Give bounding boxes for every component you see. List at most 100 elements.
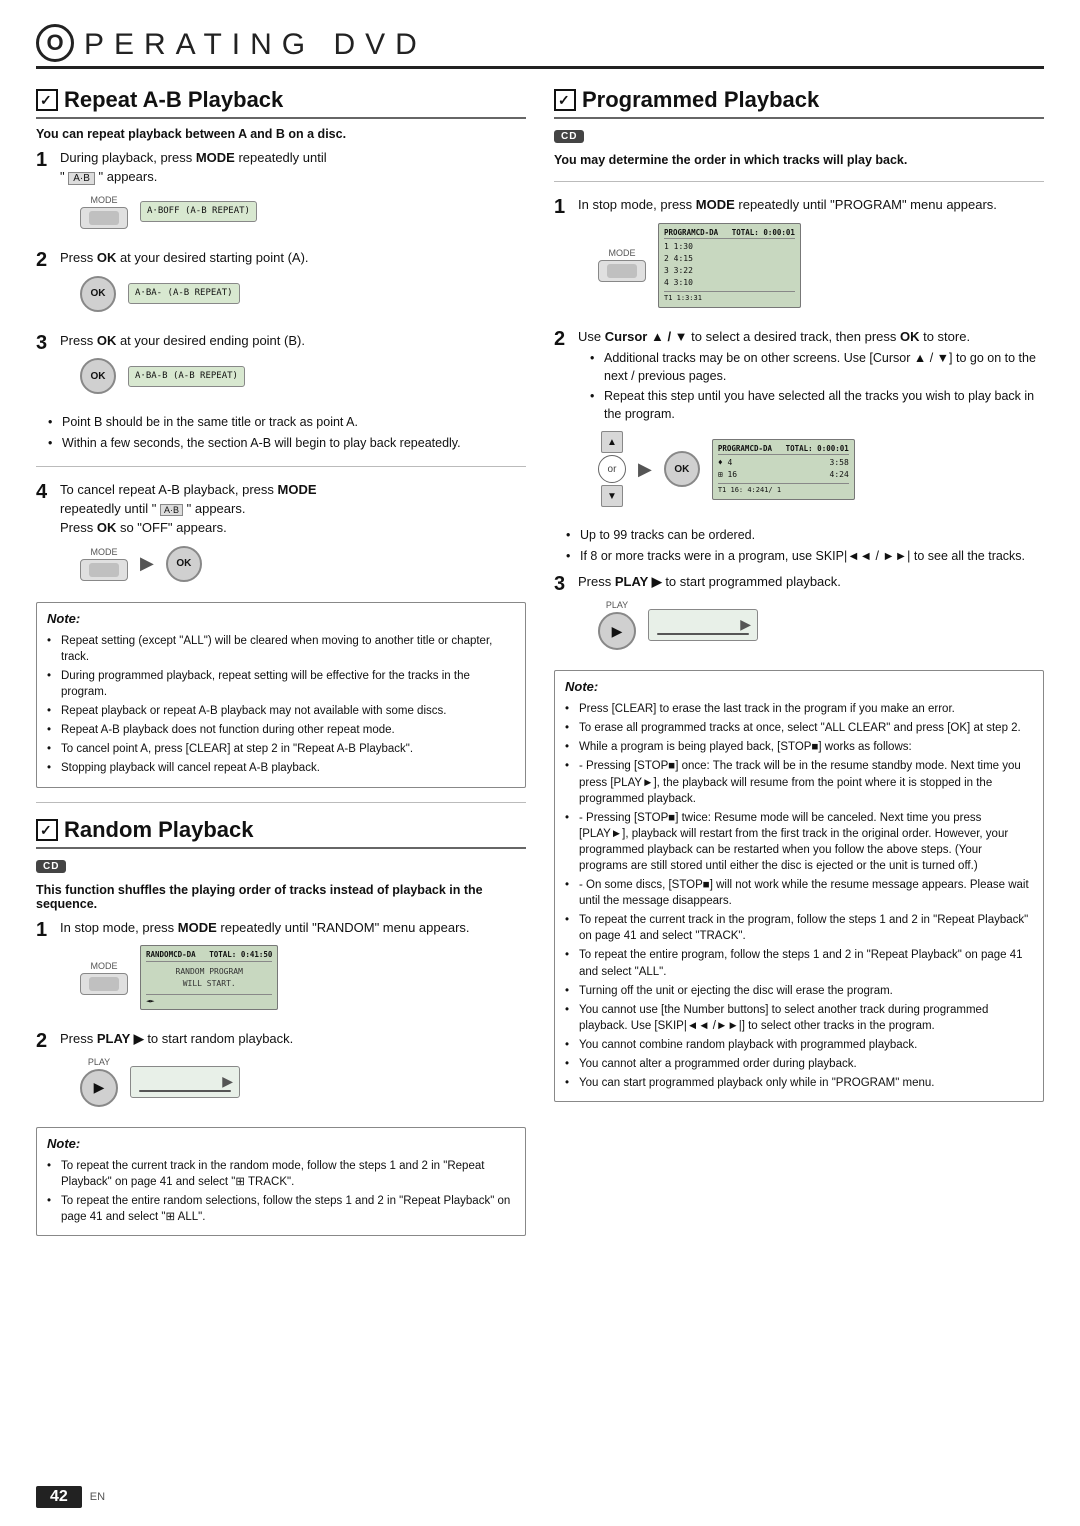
programmed-playback-title: Programmed Playback (582, 87, 819, 113)
prog-note-0: Press [CLEAR] to erase the last track in… (565, 701, 1033, 717)
prog-play-display: ▶ (648, 609, 758, 641)
prog-note-2: While a program is being played back, [S… (565, 739, 1033, 755)
random-step-num-1: 1 (36, 919, 54, 941)
prog-step-num-1: 1 (554, 196, 572, 218)
random-mode-btn (80, 973, 128, 995)
random-step-2-content: Press PLAY ▶ to start random playback. P… (60, 1030, 526, 1117)
random-step-2-device-row: PLAY ▶ ▶ (80, 1057, 526, 1107)
note-item-random-2: To repeat the entire random selections, … (47, 1193, 515, 1225)
random-step-num-2: 2 (36, 1030, 54, 1052)
prog-note-3: - Pressing [STOP■] once: The track will … (565, 758, 1033, 806)
note-item: Repeat playback or repeat A-B playback m… (47, 703, 515, 719)
random-display-body: RANDOM PROGRAMWILL START. (146, 964, 272, 992)
left-column: Repeat A-B Playback You can repeat playb… (36, 87, 526, 1244)
step-2-device-row: OK A·BA- (A-B REPEAT) (80, 276, 526, 312)
step-4-mode-col: MODE (80, 547, 128, 581)
step-num-2: 2 (36, 249, 54, 271)
random-play-col: PLAY ▶ (80, 1057, 118, 1107)
prog-mode-col: MODE (598, 248, 646, 282)
step-4-text: To cancel repeat A-B playback, press MOD… (60, 481, 526, 538)
note-title-random: Note: (47, 1135, 515, 1154)
note-box-repeat-ab: Note: Repeat setting (except "ALL") will… (36, 602, 526, 788)
programmed-playback-subtitle: You may determine the order in which tra… (554, 153, 1044, 167)
d-row: 3 3:22 (664, 265, 795, 277)
page: O PERATING DVD Repeat A-B Playback You c… (0, 0, 1080, 1526)
cursor-up-btn: ▲ (601, 431, 623, 453)
ok-btn-2: OK (80, 276, 116, 312)
prog-step-3-device-row: PLAY ▶ ▶ (598, 600, 1044, 650)
content-columns: Repeat A-B Playback You can repeat playb… (36, 87, 1044, 1244)
mode-btn-1 (80, 207, 128, 229)
repeat-ab-subtitle: You can repeat playback between A and B … (36, 127, 526, 141)
random-display-footer: ◄► (146, 994, 272, 1007)
display-line-2a: A·BA- (A-B REPEAT) (135, 287, 233, 300)
right-column: Programmed Playback CD You may determine… (554, 87, 1044, 1244)
display-box-2: A·BA- (A-B REPEAT) (128, 283, 240, 304)
prog-step-num-3: 3 (554, 573, 572, 595)
random-play-btn: ▶ (80, 1069, 118, 1107)
prog-step-2-bullet-2: Repeat this step until you have selected… (590, 388, 1044, 423)
note-box-prog: Note: Press [CLEAR] to erase the last tr… (554, 670, 1044, 1102)
prog-note-4: - Pressing [STOP■] twice: Resume mode wi… (565, 810, 1033, 874)
divider-2 (36, 802, 526, 803)
header-title: PERATING DVD (84, 28, 427, 62)
prog-step-2-bullets: Additional tracks may be on other screen… (590, 350, 1044, 423)
random-playback-heading: Random Playback (36, 817, 526, 849)
d-row: 4 3:10 (664, 277, 795, 289)
prog-step-2: 2 Use Cursor ▲ / ▼ to select a desired t… (554, 328, 1044, 518)
ok-btn-4: OK (166, 546, 202, 582)
step-num-1: 1 (36, 149, 54, 171)
step-1-text: During playback, press MODE repeatedly u… (60, 149, 526, 187)
prog-note-8: Turning off the unit or ejecting the dis… (565, 983, 1033, 999)
header-letter: O (46, 32, 63, 54)
random-mode-col: MODE (80, 961, 128, 995)
step-num-3: 3 (36, 332, 54, 354)
cursor-down-btn: ▼ (601, 485, 623, 507)
prog-note-10: You cannot combine random playback with … (565, 1037, 1033, 1053)
step-4-device-row: MODE ▶ OK (80, 546, 526, 582)
prog-bullet-after-2-1: Up to 99 tracks can be ordered. (566, 527, 1044, 545)
prog-step-3-text: Press PLAY ▶ to start programmed playbac… (578, 573, 1044, 592)
bullet-item: Point B should be in the same title or t… (48, 414, 526, 432)
prog-divider-0 (554, 181, 1044, 182)
note-item: Stopping playback will cancel repeat A-B… (47, 760, 515, 776)
random-display-header: RANDOM CD-DA TOTAL: 0:41:50 (146, 949, 272, 961)
prog-step-1-device-row: MODE PROGRAM CD-DA TOTAL: 0:00:01 (598, 223, 1044, 308)
step-num-4: 4 (36, 481, 54, 503)
bullets-after-step3: Point B should be in the same title or t… (48, 414, 526, 452)
note-item: During programmed playback, repeat setti… (47, 668, 515, 700)
prog-display-1-footer: T1 1:3:31 (664, 291, 795, 304)
step-3-text: Press OK at your desired ending point (B… (60, 332, 526, 351)
prog-note-11: You cannot alter a programmed order duri… (565, 1056, 1033, 1072)
random-mode-label: MODE (80, 961, 128, 971)
note-title-repeat-ab: Note: (47, 610, 515, 629)
step-3-content: Press OK at your desired ending point (B… (60, 332, 526, 405)
page-header: O PERATING DVD (36, 24, 1044, 69)
prog-step-2-text: Use Cursor ▲ / ▼ to select a desired tra… (578, 328, 1044, 347)
prog-display-1-header: PROGRAM CD-DA TOTAL: 0:00:01 (664, 227, 795, 239)
random-step-2-text: Press PLAY ▶ to start random playback. (60, 1030, 526, 1049)
step-1-mode-col: MODE (80, 195, 128, 229)
page-number: 42 (36, 1486, 82, 1508)
prog-step-1-text: In stop mode, press MODE repeatedly unti… (578, 196, 1044, 215)
note-list-repeat-ab: Repeat setting (except "ALL") will be cl… (47, 633, 515, 777)
arrow-right-icon-2: ▶ (638, 459, 652, 480)
note-title-prog: Note: (565, 678, 1033, 697)
display-line-1a: A·BOFF (A-B REPEAT) (147, 205, 250, 218)
prog-note-5: - On some discs, [STOP■] will not work w… (565, 877, 1033, 909)
random-step-1-device-row: MODE RANDOM CD-DA TOTAL: 0:41:50 RANDOM … (80, 945, 526, 1010)
arrow-right-icon: ▶ (140, 553, 154, 574)
step-3-device-row: OK A·BA-B (A-B REPEAT) (80, 358, 526, 394)
divider-1 (36, 466, 526, 467)
display-line-3a: A·BA-B (A-B REPEAT) (135, 370, 238, 383)
prog-step-2-device-row: ▲ or ▼ ▶ OK PROGRAM CD-DA TOTAL: 0:00:01 (598, 431, 1044, 507)
checkbox-icon-random (36, 819, 58, 841)
step-2-text: Press OK at your desired starting point … (60, 249, 526, 268)
random-play-display: ▶ (130, 1066, 240, 1098)
prog-display-2-rows: ♦ 43:58 ⊞ 164:24 (718, 457, 849, 481)
note-list-prog: Press [CLEAR] to erase the last track in… (565, 701, 1033, 1091)
d-row: 2 4:15 (664, 253, 795, 265)
step-4-content: To cancel repeat A-B playback, press MOD… (60, 481, 526, 592)
note-item-random-1: To repeat the current track in the rando… (47, 1158, 515, 1190)
prog-play-col: PLAY ▶ (598, 600, 636, 650)
